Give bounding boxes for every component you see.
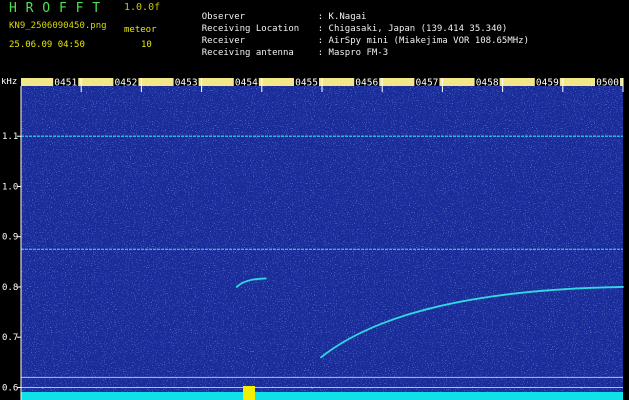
time-label-1: 0452	[115, 78, 138, 89]
time-label-8: 0459	[536, 78, 559, 89]
file-name: KN9_2506090450.png	[9, 21, 107, 31]
freq-tick-label-5: 0.6	[2, 383, 18, 393]
antenna-row: Receiving antenna : Maspro FM-3	[180, 40, 388, 67]
time-label-9: 0500	[596, 78, 619, 89]
timestamp: 25.06.09 04:50	[9, 40, 85, 50]
freq-unit-label: kHz	[1, 78, 17, 87]
time-label-3: 0454	[235, 78, 258, 89]
time-label-0: 0451	[54, 78, 77, 89]
app-version: 1.0.0f	[124, 2, 161, 13]
freq-tick-label-2: 0.9	[2, 233, 18, 243]
mode-label: meteor	[124, 25, 157, 35]
time-label-7: 0458	[476, 78, 499, 89]
header-panel: H R O F F T 1.0.0f KN9_2506090450.png me…	[0, 0, 629, 78]
freq-tick-label-1: 1.0	[2, 182, 18, 192]
app-name: H R O F F T	[9, 1, 101, 16]
freq-tick-label-0: 1.1	[2, 132, 18, 142]
time-label-2: 0453	[175, 78, 198, 89]
freq-tick-label-4: 0.7	[2, 333, 18, 343]
spectrogram: kHz 1.1 1.0 0.9 0.8 0.7 0.6 0451 0452 0453 0454 045…	[1, 78, 624, 400]
time-label-4: 0455	[295, 78, 318, 89]
spectrogram-panel: kHz 1.1 1.0 0.9 0.8 0.7 0.6 0451 0452 0453 0454 045…	[0, 78, 629, 400]
mode-value: 10	[141, 40, 152, 50]
time-label-6: 0457	[416, 78, 439, 89]
bottom-band	[21, 392, 623, 400]
noise-field	[21, 86, 623, 400]
freq-tick-label-3: 0.8	[2, 283, 18, 293]
time-label-5: 0456	[355, 78, 378, 89]
antenna-value: : Maspro FM-3	[317, 48, 389, 58]
antenna-label: Receiving antenna	[201, 48, 294, 58]
bottom-band-burst	[243, 386, 255, 400]
